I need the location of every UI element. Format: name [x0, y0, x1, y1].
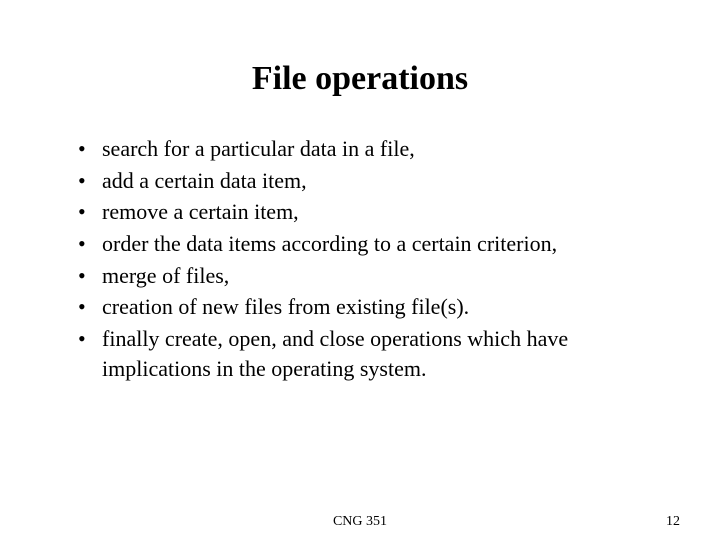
list-item: • add a certain data item, — [78, 166, 660, 196]
bullet-text: add a certain data item, — [102, 166, 660, 196]
list-item: • creation of new files from existing fi… — [78, 292, 660, 322]
list-item: • remove a certain item, — [78, 197, 660, 227]
bullet-icon: • — [78, 261, 102, 291]
bullet-text: finally create, open, and close operatio… — [102, 324, 660, 383]
list-item: • order the data items according to a ce… — [78, 229, 660, 259]
bullet-icon: • — [78, 197, 102, 227]
list-item: • merge of files, — [78, 261, 660, 291]
bullet-list: • search for a particular data in a file… — [60, 134, 660, 386]
bullet-icon: • — [78, 134, 102, 164]
bullet-text: merge of files, — [102, 261, 660, 291]
page-number: 12 — [666, 514, 680, 530]
bullet-icon: • — [78, 166, 102, 196]
bullet-icon: • — [78, 292, 102, 322]
bullet-text: search for a particular data in a file, — [102, 134, 660, 164]
footer-center-label: CNG 351 — [333, 514, 387, 530]
list-item: • finally create, open, and close operat… — [78, 324, 660, 383]
bullet-text: creation of new files from existing file… — [102, 292, 660, 322]
bullet-icon: • — [78, 324, 102, 354]
slide: File operations • search for a particula… — [0, 0, 720, 540]
list-item: • search for a particular data in a file… — [78, 134, 660, 164]
bullet-text: remove a certain item, — [102, 197, 660, 227]
bullet-text: order the data items according to a cert… — [102, 229, 660, 259]
bullet-icon: • — [78, 229, 102, 259]
page-title: File operations — [60, 60, 660, 98]
